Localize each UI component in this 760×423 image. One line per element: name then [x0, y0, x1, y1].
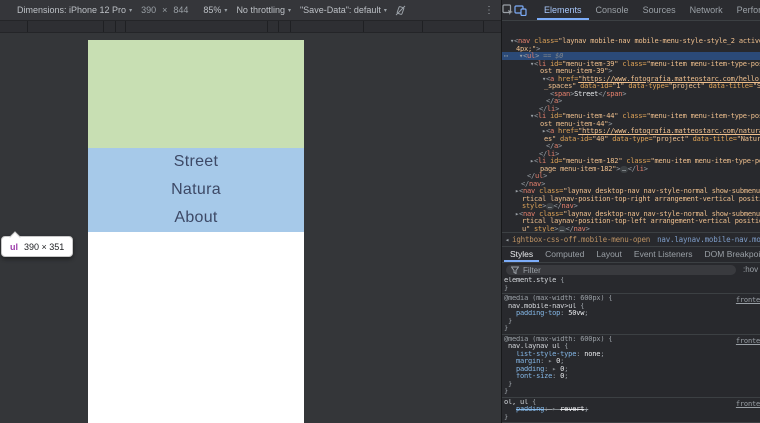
style-declaration-row[interactable]: padding-top: 50vw;	[502, 310, 760, 318]
style-declaration-row[interactable]: }	[502, 414, 760, 422]
style-declaration-row[interactable]: }	[502, 388, 760, 396]
filter-icon	[511, 266, 519, 274]
element-dimensions-tooltip: ul 390 × 351	[1, 236, 74, 257]
style-rule-section: @media (max-width: 600px) {nav.mobile-na…	[502, 294, 760, 335]
styles-filter-row: Filter :hov	[502, 262, 760, 276]
device-mode-canvas: Street Natura About ul 390 × 351	[0, 33, 501, 423]
style-declaration-row[interactable]: }	[502, 325, 760, 333]
device-type-label: Dimensions: iPhone 12 Pro	[17, 5, 127, 15]
save-data-value: "Save-Data": default	[299, 5, 381, 15]
tab-performance[interactable]: Performance	[730, 0, 760, 20]
emulated-page: Street Natura About	[88, 40, 304, 423]
chevron-down-icon: ▾	[287, 7, 291, 14]
style-declaration-row[interactable]: nav.mobile-nav>ul {	[502, 303, 760, 311]
device-toolbar-toggle-icon[interactable]	[514, 4, 527, 16]
elements-tree-row[interactable]: u" style>… </nav>	[502, 225, 760, 232]
panel-tabs: ElementsConsoleSourcesNetworkPerformance	[537, 0, 760, 20]
styles-tab-styles[interactable]: Styles	[504, 247, 539, 262]
media-query-bar[interactable]	[0, 20, 501, 33]
style-declaration-row[interactable]: list-style-type: none;	[502, 351, 760, 359]
devtools-panel: ElementsConsoleSourcesNetworkPerformance…	[501, 0, 760, 423]
breadcrumb-item[interactable]: ightbox-css-off.mobile-menu-open	[512, 235, 650, 244]
tab-console[interactable]: Console	[589, 0, 636, 20]
hover-state-toggle[interactable]: :hov	[743, 265, 758, 275]
device-toolbar-menu-icon[interactable]: ⋮	[484, 5, 494, 16]
media-query-divider	[363, 21, 364, 32]
chevron-down-icon: ▾	[224, 7, 228, 14]
padding-highlight-overlay	[88, 40, 304, 148]
tab-network[interactable]: Network	[683, 0, 730, 20]
tab-elements[interactable]: Elements	[537, 0, 589, 20]
breadcrumb-back-icon[interactable]: ◂	[502, 236, 512, 244]
browser-region: Dimensions: iPhone 12 Pro ▾ 390 × 844 85…	[0, 0, 501, 423]
rotate-icon[interactable]	[395, 5, 406, 16]
media-query-divider	[103, 21, 104, 32]
styles-sidebar-tabs: Styles Computed Layout Event Listeners DOM B…	[502, 246, 760, 262]
media-query-divider	[27, 21, 28, 32]
inspect-icon[interactable]	[502, 4, 514, 16]
style-declaration-row[interactable]: padding: ▸ 0;	[502, 366, 760, 374]
style-declaration-row[interactable]: }	[502, 381, 760, 389]
style-declaration-row[interactable]: }	[502, 285, 760, 293]
save-data-select[interactable]: "Save-Data": default ▾	[300, 5, 387, 15]
media-query-divider	[278, 21, 279, 32]
media-query-divider	[422, 21, 423, 32]
styles-tab-layout[interactable]: Layout	[590, 247, 628, 262]
style-declaration-row[interactable]: }	[502, 318, 760, 326]
stylesheet-source-link[interactable]: fronte	[736, 400, 760, 408]
style-declaration-row[interactable]: margin: ▸ 0;	[502, 358, 760, 366]
style-declaration-row[interactable]: @media (max-width: 600px) {	[502, 336, 760, 344]
styles-tab-dom-breakpoints[interactable]: DOM Breakpoints	[699, 247, 760, 262]
style-declaration-row[interactable]: @media (max-width: 600px) {	[502, 295, 760, 303]
width-input[interactable]: 390	[141, 5, 156, 15]
styles-tab-computed[interactable]: Computed	[539, 247, 590, 262]
stylesheet-source-link[interactable]: fronte	[736, 296, 760, 304]
chevron-down-icon: ▾	[129, 7, 133, 14]
breadcrumb-items: ightbox-css-off.mobile-menu-open nav.layn…	[512, 235, 760, 244]
style-declaration-row[interactable]: padding: ▸ revert;	[502, 406, 760, 414]
style-rule-section: ol, ul {padding: ▸ revert;} fronte	[502, 398, 760, 423]
media-query-divider	[125, 21, 126, 32]
tab-sources[interactable]: Sources	[636, 0, 683, 20]
style-rule-section: element.style {}	[502, 276, 760, 294]
stylesheet-source-link[interactable]: fronte	[736, 337, 760, 345]
device-toolbar: Dimensions: iPhone 12 Pro ▾ 390 × 844 85…	[0, 0, 501, 20]
breadcrumb: ◂ ightbox-css-off.mobile-menu-open nav.la…	[502, 232, 760, 246]
styles-tab-event-listeners[interactable]: Event Listeners	[628, 247, 699, 262]
height-input[interactable]: 844	[173, 5, 188, 15]
breadcrumb-item[interactable]: nav.laynav.mobile-nav.mobile-menu-style-…	[657, 235, 760, 244]
tooltip-dimensions: 390 × 351	[24, 241, 65, 252]
nav-link-street[interactable]: Street	[174, 148, 219, 176]
device-type-select[interactable]: Dimensions: iPhone 12 Pro ▾	[17, 5, 132, 15]
tooltip-tag-name: ul	[10, 241, 18, 252]
elements-tree: ▾<nav class="laynav mobile-nav mobile-me…	[502, 21, 760, 232]
devtools-tabbar: ElementsConsoleSourcesNetworkPerformance…	[502, 0, 760, 21]
times-separator: ×	[162, 5, 168, 15]
style-declaration-row[interactable]: nav.laynav ul {	[502, 343, 760, 351]
zoom-select[interactable]: 85% ▾	[203, 5, 227, 15]
media-query-divider	[267, 21, 268, 32]
filter-placeholder: Filter	[523, 265, 541, 275]
nav-link-about[interactable]: About	[174, 204, 217, 232]
style-declaration-row[interactable]: font-size: 0;	[502, 373, 760, 381]
throttling-value: No throttling	[236, 5, 285, 15]
zoom-value: 85%	[203, 5, 222, 15]
chevron-down-icon: ▾	[383, 7, 387, 14]
style-declaration-row[interactable]: ol, ul {	[502, 399, 760, 407]
media-query-divider	[115, 21, 116, 32]
content-highlight-overlay: Street Natura About	[88, 148, 304, 232]
media-query-divider	[483, 21, 484, 32]
nav-link-natura[interactable]: Natura	[171, 176, 221, 204]
media-query-divider	[290, 21, 291, 32]
throttling-select[interactable]: No throttling ▾	[236, 5, 291, 15]
styles-filter-input[interactable]: Filter	[506, 265, 736, 275]
styles-pane: element.style {} @media (max-width: 600px…	[502, 276, 760, 423]
style-declaration-row[interactable]: element.style {	[502, 277, 760, 285]
style-rule-section: @media (max-width: 600px) {nav.laynav ul…	[502, 335, 760, 398]
